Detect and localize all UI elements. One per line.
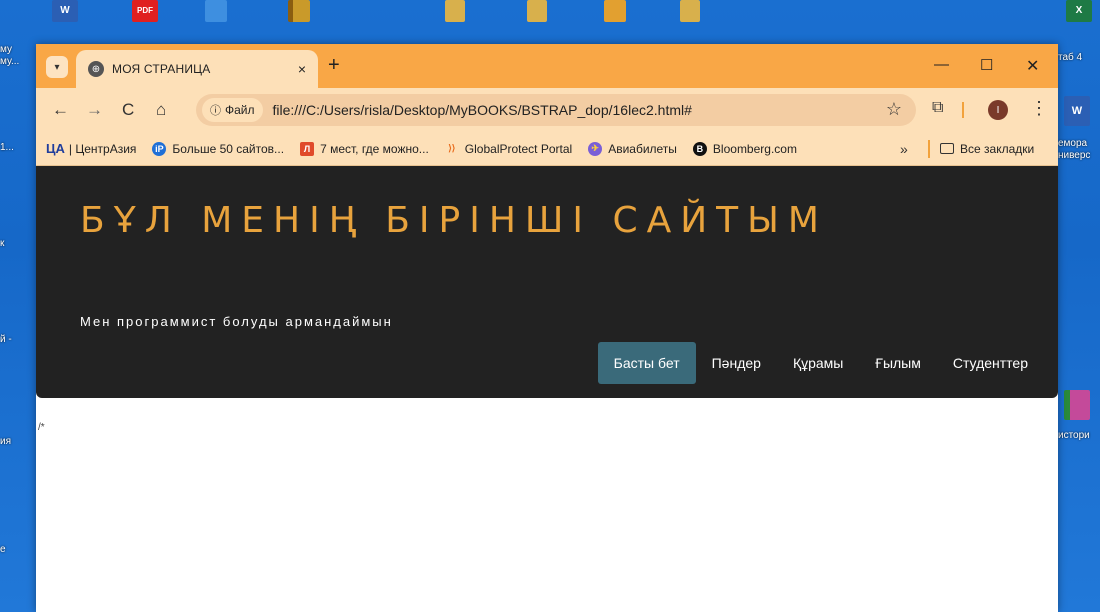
reload-button[interactable]: C [122, 100, 134, 120]
nav-link-home[interactable]: Басты бет [597, 342, 696, 384]
bookmarks-overflow-button[interactable]: » [900, 141, 908, 157]
url-text[interactable]: file:///C:/Users/risla/Desktop/MyBOOKS/B… [273, 102, 692, 118]
desktop-left-label: е [0, 544, 6, 555]
bookmark-label: Больше 50 сайтов... [172, 141, 285, 156]
lifehacker-icon: Л [300, 141, 315, 156]
new-tab-button[interactable]: + [328, 54, 340, 77]
bookmark-label: GlobalProtect Portal [464, 141, 573, 156]
desktop-pdf-icon[interactable]: PDF [132, 0, 158, 22]
desktop-left-label: й - [0, 334, 12, 345]
bookmark-label: Авиабилеты [608, 141, 677, 156]
desktop-archive-icon[interactable] [604, 0, 626, 22]
hero-header: БҰЛ МЕНІҢ БІРІНШІ САЙТЫМ Мен программист… [36, 166, 1058, 398]
main-nav: Басты бет Пәндер Құрамы Ғылым Студенттер [597, 342, 1044, 384]
page-content: БҰЛ МЕНІҢ БІРІНШІ САЙТЫМ Мен программист… [36, 166, 1058, 612]
browser-window: ▾ ⊕ МОЯ СТРАНИЦА × + — ☐ ✕ ← → C ⌂ ⓘ Фай… [36, 44, 1058, 612]
home-button[interactable]: ⌂ [156, 100, 166, 120]
tab-active[interactable]: ⊕ МОЯ СТРАНИЦА × [76, 50, 318, 88]
hero-subtitle: Мен программист болуды армандаймын [80, 314, 393, 329]
all-bookmarks-label: Все закладки [960, 141, 1035, 156]
all-bookmarks-button[interactable]: Все закладки [940, 142, 1034, 156]
nav-link-students[interactable]: Студенттер [937, 342, 1044, 384]
bookmark-label: Bloomberg.com [712, 141, 797, 156]
desktop-archive-icon[interactable] [288, 0, 310, 22]
tab-title: МОЯ СТРАНИЦА [112, 62, 211, 76]
desktop-word-icon[interactable]: W [1064, 96, 1090, 126]
bookmark-item[interactable]: ✈ Авиабилеты [588, 141, 677, 156]
desktop-shortcut-icon[interactable] [205, 0, 227, 22]
folder-icon [940, 143, 954, 154]
bookmark-label: 7 мест, где можно... [320, 141, 429, 156]
bookmark-item[interactable]: B Bloomberg.com [692, 141, 797, 156]
close-window-button[interactable]: ✕ [1026, 56, 1039, 76]
bookmark-star-icon[interactable]: ☆ [886, 99, 902, 120]
desktop-archive-icon[interactable] [680, 0, 700, 22]
info-icon: ⓘ [210, 105, 221, 117]
ip-icon: iP [152, 141, 167, 156]
desktop-left-label: му [0, 44, 12, 55]
bookmark-item[interactable]: iP Больше 50 сайтов... [152, 141, 285, 156]
browser-toolbar: ← → C ⌂ ⓘ Файл file:///C:/Users/risla/De… [36, 88, 1058, 132]
address-bar[interactable]: ⓘ Файл file:///C:/Users/risla/Desktop/My… [196, 94, 916, 126]
extensions-icon[interactable]: ⧉ [932, 99, 943, 117]
bookmark-label: | ЦентрАзия [68, 141, 137, 156]
bookmarks-divider [928, 140, 930, 158]
hero-title: БҰЛ МЕНІҢ БІРІНШІ САЙТЫМ [80, 200, 828, 241]
desktop-left-label: 1... [0, 142, 14, 153]
nav-link-staff[interactable]: Құрамы [777, 342, 859, 384]
desktop-left-label: му... [0, 56, 20, 67]
desktop-right-label: истори [1058, 430, 1090, 441]
minimize-button[interactable]: — [934, 56, 949, 73]
toolbar-divider [962, 102, 964, 118]
nav-link-subjects[interactable]: Пәндер [696, 342, 777, 384]
bloomberg-icon: B [692, 141, 707, 156]
maximize-button[interactable]: ☐ [980, 56, 993, 74]
desktop-right-label: емора [1058, 138, 1088, 149]
desktop-right-label: ниверс [1058, 150, 1091, 161]
profile-avatar[interactable]: I [988, 100, 1008, 120]
bookmark-item[interactable]: ЦА | ЦентрАзия [46, 141, 136, 156]
desktop-left-label: к [0, 238, 5, 249]
desktop-archive-icon[interactable] [527, 0, 547, 22]
bookmarks-bar: ЦА | ЦентрАзия iP Больше 50 сайтов... Л … [36, 132, 1058, 166]
airplane-icon: ✈ [588, 141, 603, 156]
bookmark-item[interactable]: ⟩⟩ GlobalProtect Portal [445, 142, 572, 156]
tab-close-icon[interactable]: × [298, 61, 306, 77]
centrasia-icon: ЦА [46, 141, 65, 156]
desktop-archive-icon[interactable] [445, 0, 465, 22]
bookmark-item[interactable]: Л 7 мест, где можно... [300, 141, 429, 156]
globalprotect-icon: ⟩⟩ [448, 143, 456, 153]
nav-link-science[interactable]: Ғылым [859, 342, 937, 384]
desktop-word-icon[interactable]: W [52, 0, 78, 22]
site-chip-label: Файл [225, 103, 255, 117]
browser-menu-icon[interactable]: ⋮ [1030, 98, 1048, 119]
desktop-archive-icon[interactable] [1064, 390, 1090, 420]
back-button[interactable]: ← [52, 100, 69, 120]
tab-search-button[interactable]: ▾ [46, 56, 68, 78]
tab-bar: ▾ ⊕ МОЯ СТРАНИЦА × + — ☐ ✕ [36, 44, 1058, 88]
desktop-right-label: таб 4 [1058, 52, 1083, 63]
desktop-excel-icon[interactable]: X [1066, 0, 1092, 22]
globe-icon: ⊕ [88, 61, 104, 77]
page-comment-text: /* [38, 422, 45, 433]
forward-button[interactable]: → [86, 100, 103, 120]
desktop-left-label: ия [0, 436, 12, 447]
site-info-chip[interactable]: ⓘ Файл [202, 98, 263, 122]
